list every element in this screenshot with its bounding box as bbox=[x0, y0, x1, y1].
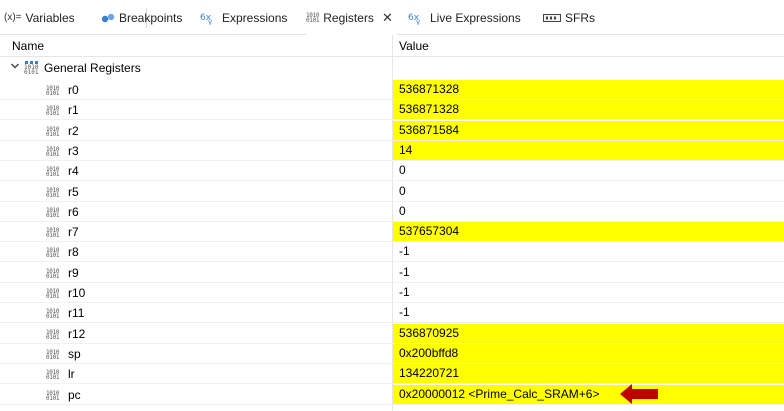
register-value[interactable]: 134220721 bbox=[393, 364, 784, 384]
chevron-down-icon[interactable] bbox=[10, 61, 20, 74]
group-label: General Registers bbox=[44, 61, 141, 75]
table-row[interactable]: 1010 0101 sp 0x200bffd8 bbox=[0, 343, 784, 364]
register-name: r7 bbox=[68, 225, 79, 240]
table-row[interactable]: 1010 0101 pc 0x20000012 <Prime_Calc_SRAM+6> bbox=[0, 384, 784, 405]
register-name: r3 bbox=[68, 143, 79, 158]
register-name: r11 bbox=[68, 306, 85, 321]
table-row[interactable]: 1010 0101 lr 134220721 bbox=[0, 364, 784, 385]
red-arrow-icon bbox=[620, 384, 658, 404]
register-icon: 1010 0101 bbox=[46, 166, 60, 179]
register-icon: 1010 0101 bbox=[46, 328, 60, 341]
register-value[interactable]: 0x200bffd8 bbox=[393, 343, 784, 363]
register-value[interactable]: 0x20000012 <Prime_Calc_SRAM+6> bbox=[393, 384, 784, 404]
register-name: lr bbox=[68, 367, 75, 382]
register-name: r4 bbox=[68, 164, 79, 179]
register-value[interactable]: 537657304 bbox=[393, 222, 784, 242]
tab-label: Expressions bbox=[222, 10, 288, 25]
tab-label: Variables bbox=[25, 10, 75, 25]
table-row[interactable]: 1010 0101 r8 -1 bbox=[0, 242, 784, 263]
register-value[interactable]: -1 bbox=[393, 283, 784, 302]
table-row[interactable]: 1010 0101 r9 -1 bbox=[0, 263, 784, 283]
svg-text:y: y bbox=[416, 18, 420, 25]
register-group-icon: 0101 1010 bbox=[24, 60, 40, 78]
register-value[interactable]: 536871584 bbox=[393, 120, 784, 140]
register-name: r1 bbox=[68, 103, 79, 118]
table-row[interactable]: 1010 0101 r11 -1 bbox=[0, 303, 784, 324]
register-name: r0 bbox=[68, 83, 79, 97]
variables-icon: (x)= bbox=[4, 12, 22, 23]
table-row[interactable]: 1010 0101 r5 0 bbox=[0, 182, 784, 202]
register-icon: 1010 0101 bbox=[46, 145, 60, 158]
view-tab-bar: (x)= Variables Breakpoints 6x y Expressio… bbox=[0, 0, 784, 35]
breakpoints-icon bbox=[101, 12, 115, 24]
register-value[interactable]: 0 bbox=[393, 182, 784, 201]
register-value[interactable]: -1 bbox=[393, 303, 784, 322]
expressions-icon: 6x y bbox=[200, 11, 218, 25]
register-icon: 1010 0101 bbox=[46, 125, 60, 138]
register-icon: 1010 0101 bbox=[46, 227, 60, 240]
table-row[interactable]: 1010 0101 r1 536871328 bbox=[0, 100, 784, 121]
register-value[interactable]: 0 bbox=[393, 202, 784, 221]
register-name: r9 bbox=[68, 265, 79, 280]
register-name: r12 bbox=[68, 326, 86, 341]
table-row[interactable]: 1010 0101 r0 536871328 bbox=[0, 80, 784, 100]
register-icon: 1010 0101 bbox=[46, 288, 60, 300]
register-name: pc bbox=[68, 387, 81, 402]
register-name: r2 bbox=[68, 123, 79, 138]
sfrs-icon bbox=[543, 13, 561, 23]
tab-sfrs[interactable]: SFRs bbox=[543, 0, 595, 35]
register-name: r6 bbox=[68, 204, 79, 219]
register-icon: 1010 0101 bbox=[46, 348, 60, 361]
tab-label: Breakpoints bbox=[119, 10, 183, 25]
register-value[interactable]: -1 bbox=[393, 242, 784, 261]
register-icon: 1010 0101 bbox=[46, 369, 60, 382]
column-header-name[interactable]: Name bbox=[12, 39, 44, 53]
register-icon: 1010 0101 bbox=[46, 389, 60, 402]
register-name: r8 bbox=[68, 245, 79, 260]
register-icon: 1010 0101 bbox=[46, 105, 60, 118]
tab-label: SFRs bbox=[565, 10, 595, 25]
table-row[interactable]: 1010 0101 r10 -1 bbox=[0, 283, 784, 303]
column-header-value[interactable]: Value bbox=[399, 39, 429, 53]
table-row[interactable]: 1010 0101 r7 537657304 bbox=[0, 222, 784, 243]
tab-label: Registers bbox=[323, 10, 374, 25]
svg-text:y: y bbox=[208, 18, 212, 25]
register-icon: 1010 0101 bbox=[46, 308, 60, 321]
tab-expressions[interactable]: 6x y Expressions bbox=[200, 0, 287, 35]
svg-text:1010: 1010 bbox=[24, 64, 39, 71]
table-row[interactable]: 1010 0101 r6 0 bbox=[0, 202, 784, 222]
table-row[interactable]: 1010 0101 r12 536870925 bbox=[0, 323, 784, 344]
live-expressions-icon: 6x y bbox=[408, 11, 426, 25]
table-row[interactable]: 1010 0101 r3 14 bbox=[0, 140, 784, 161]
register-name: r10 bbox=[68, 286, 86, 300]
register-icon: 1010 0101 bbox=[46, 186, 60, 199]
register-value[interactable]: 0 bbox=[393, 161, 784, 180]
table-row[interactable]: 1010 0101 r4 0 bbox=[0, 161, 784, 182]
tab-label: Live Expressions bbox=[430, 10, 521, 25]
register-value[interactable]: 536871328 bbox=[393, 100, 784, 120]
register-name: r5 bbox=[68, 184, 79, 199]
register-value[interactable]: 14 bbox=[393, 140, 784, 160]
tab-registers[interactable]: 1010 0101 Registers ✕ bbox=[306, 0, 397, 35]
register-icon: 1010 0101 bbox=[46, 267, 60, 280]
tab-breakpoints[interactable]: Breakpoints bbox=[101, 0, 182, 35]
register-value[interactable]: 536870925 bbox=[393, 323, 784, 343]
table-row[interactable]: 1010 0101 r2 536871584 bbox=[0, 120, 784, 141]
register-name: sp bbox=[68, 346, 81, 361]
register-icon: 1010 0101 bbox=[46, 85, 60, 97]
register-value[interactable]: 536871328 bbox=[393, 80, 784, 99]
register-icon: 1010 0101 bbox=[46, 247, 60, 260]
group-general-registers[interactable]: 0101 1010 General Registers bbox=[0, 57, 784, 79]
registers-icon: 1010 0101 bbox=[306, 11, 320, 24]
register-icon: 1010 0101 bbox=[46, 206, 60, 219]
register-value[interactable]: -1 bbox=[393, 263, 784, 282]
tab-live-expressions[interactable]: 6x y Live Expressions bbox=[408, 0, 521, 35]
close-icon[interactable]: ✕ bbox=[382, 10, 393, 26]
tab-variables[interactable]: (x)= Variables bbox=[4, 0, 75, 35]
